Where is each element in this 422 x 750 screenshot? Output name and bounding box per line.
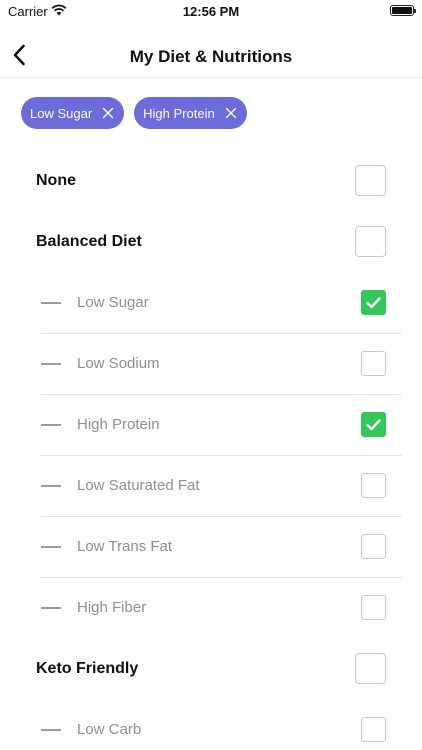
dash-icon bbox=[41, 424, 61, 426]
option-label: Low Sodium bbox=[77, 355, 160, 372]
dash-icon bbox=[41, 302, 61, 304]
checkbox[interactable] bbox=[355, 165, 386, 196]
status-time: 12:56 PM bbox=[182, 4, 240, 19]
option-label: Low Carb bbox=[77, 721, 142, 738]
divider bbox=[41, 577, 402, 578]
close-icon[interactable] bbox=[102, 107, 114, 119]
dash-icon bbox=[41, 607, 61, 609]
option-label: High Fiber bbox=[77, 599, 147, 616]
selected-filters: Low Sugar High Protein bbox=[21, 97, 247, 129]
option-label: Low Trans Fat bbox=[77, 538, 173, 555]
divider bbox=[41, 394, 402, 395]
battery-icon bbox=[390, 5, 416, 16]
chip-high-protein[interactable]: High Protein bbox=[134, 97, 247, 129]
status-bar: Carrier 12:56 PM bbox=[0, 0, 422, 24]
page-title: My Diet & Nutritions bbox=[129, 47, 293, 66]
divider bbox=[41, 455, 402, 456]
divider bbox=[41, 516, 402, 517]
category-row-none[interactable]: None bbox=[0, 165, 422, 197]
divider bbox=[41, 333, 402, 334]
option-label: Low Sugar bbox=[77, 294, 149, 311]
checkmark-icon bbox=[365, 296, 381, 308]
checkbox-checked[interactable] bbox=[361, 290, 386, 315]
option-row-low-trans-fat[interactable]: Low Trans Fat bbox=[0, 534, 422, 560]
dash-icon bbox=[41, 485, 61, 487]
category-row-keto-friendly[interactable]: Keto Friendly bbox=[0, 653, 422, 685]
option-row-low-sugar[interactable]: Low Sugar bbox=[0, 290, 422, 316]
option-label: High Protein bbox=[77, 416, 160, 433]
checkbox-checked[interactable] bbox=[361, 412, 386, 437]
category-label: Keto Friendly bbox=[36, 660, 139, 677]
dash-icon bbox=[41, 729, 61, 731]
checkbox[interactable] bbox=[355, 226, 386, 257]
option-row-low-carb[interactable]: Low Carb bbox=[0, 717, 422, 743]
option-row-high-protein[interactable]: High Protein bbox=[0, 412, 422, 438]
category-row-balanced-diet[interactable]: Balanced Diet bbox=[0, 226, 422, 258]
chip-low-sugar[interactable]: Low Sugar bbox=[21, 97, 125, 129]
category-label: Balanced Diet bbox=[36, 233, 142, 250]
category-label: None bbox=[36, 172, 76, 189]
dash-icon bbox=[41, 363, 61, 365]
checkbox[interactable] bbox=[361, 595, 386, 620]
chip-label: Low Sugar bbox=[30, 105, 93, 121]
close-icon[interactable] bbox=[225, 107, 237, 119]
option-row-low-saturated-fat[interactable]: Low Saturated Fat bbox=[0, 473, 422, 499]
option-row-high-fiber[interactable]: High Fiber bbox=[0, 595, 422, 621]
navigation-bar: My Diet & Nutritions bbox=[0, 24, 422, 78]
checkbox[interactable] bbox=[361, 534, 386, 559]
checkbox[interactable] bbox=[361, 717, 386, 742]
chip-label: High Protein bbox=[143, 105, 215, 121]
checkbox[interactable] bbox=[361, 473, 386, 498]
option-label: Low Saturated Fat bbox=[77, 477, 200, 494]
dash-icon bbox=[41, 546, 61, 548]
checkmark-icon bbox=[365, 418, 381, 430]
checkbox[interactable] bbox=[361, 351, 386, 376]
checkbox[interactable] bbox=[355, 653, 386, 684]
option-row-low-sodium[interactable]: Low Sodium bbox=[0, 351, 422, 377]
